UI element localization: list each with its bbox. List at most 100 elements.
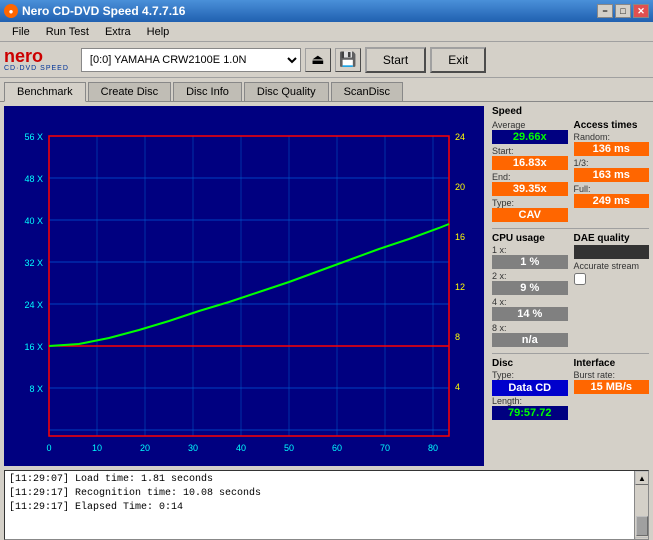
burst-label: Burst rate: [574,370,650,380]
burst-value: 15 MB/s [574,380,650,394]
cpu-x4-label: 4 x: [492,297,568,307]
svg-text:40 X: 40 X [24,216,43,226]
svg-text:56 X: 56 X [24,132,43,142]
menu-run-test[interactable]: Run Test [38,24,97,40]
svg-text:16 X: 16 X [24,342,43,352]
svg-text:12: 12 [455,282,465,292]
svg-text:8: 8 [455,332,460,342]
tab-create-disc[interactable]: Create Disc [88,82,171,101]
access-third-label: 1/3: [574,158,650,168]
menu-extra[interactable]: Extra [97,24,139,40]
toolbar: nero CD·DVD SPEED [0:0] YAMAHA CRW2100E … [0,42,653,78]
disc-length-label: Length: [492,396,568,406]
cpu-x8-value: n/a [492,333,568,347]
app-icon: ● [4,4,18,18]
svg-text:24: 24 [455,132,465,142]
dae-value [574,245,650,259]
interface-title: Interface [574,358,650,369]
disc-type-value: Data CD [492,380,568,396]
svg-text:70: 70 [380,443,390,453]
accurate-stream-checkbox[interactable] [574,273,586,285]
titlebar-buttons: − □ ✕ [597,4,649,18]
main-content: 56 X 48 X 40 X 32 X 24 X 16 X 8 X 24 20 … [0,102,653,470]
log-lines: [11:29:07] Load time: 1.81 seconds [11:2… [5,471,648,539]
tab-disc-info[interactable]: Disc Info [173,82,242,101]
speed-title: Speed [492,106,649,117]
tab-scan-disc[interactable]: ScanDisc [331,82,403,101]
access-full-value: 249 ms [574,194,650,208]
log-scrollbar: ▲ ▼ [634,471,648,539]
menubar: File Run Test Extra Help [0,22,653,42]
svg-text:0: 0 [46,443,51,453]
titlebar: ● Nero CD-DVD Speed 4.7.7.16 − □ ✕ [0,0,653,22]
speed-average-label: Average [492,120,568,130]
svg-text:48 X: 48 X [24,174,43,184]
disc-title: Disc [492,358,568,369]
cpu-x1-value: 1 % [492,255,568,269]
speed-type-value: CAV [492,208,568,222]
svg-text:40: 40 [236,443,246,453]
exit-button[interactable]: Exit [430,47,486,73]
speed-end-label: End: [492,172,568,182]
speed-end-value: 39.35x [492,182,568,196]
minimize-button[interactable]: − [597,4,613,18]
svg-text:20: 20 [140,443,150,453]
svg-text:60: 60 [332,443,342,453]
menu-help[interactable]: Help [139,24,178,40]
logo-nero: nero [4,47,43,65]
scroll-thumb[interactable] [636,516,648,536]
cpu-x1-label: 1 x: [492,245,568,255]
speed-average-value: 29.66x [492,130,568,144]
logo-sub: CD·DVD SPEED [4,65,69,72]
access-third-value: 163 ms [574,168,650,182]
access-times-title: Access times [574,120,650,131]
access-full-label: Full: [574,184,650,194]
chart-svg: 56 X 48 X 40 X 32 X 24 X 16 X 8 X 24 20 … [4,106,484,466]
close-button[interactable]: ✕ [633,4,649,18]
svg-text:10: 10 [92,443,102,453]
cpu-title: CPU usage [492,233,568,244]
svg-text:80: 80 [428,443,438,453]
svg-text:20: 20 [455,182,465,192]
cpu-x4-value: 14 % [492,307,568,321]
app-logo: nero CD·DVD SPEED [4,47,69,72]
disc-type-label: Type: [492,370,568,380]
chart-area: 56 X 48 X 40 X 32 X 24 X 16 X 8 X 24 20 … [4,106,484,466]
save-button[interactable]: 💾 [335,48,361,72]
titlebar-title: Nero CD-DVD Speed 4.7.7.16 [22,4,185,18]
access-random-label: Random: [574,132,650,142]
accurate-stream-row [574,273,650,285]
eject-button[interactable]: ⏏ [305,48,331,72]
cpu-x2-label: 2 x: [492,271,568,281]
svg-text:32 X: 32 X [24,258,43,268]
tabs: Benchmark Create Disc Disc Info Disc Qua… [0,78,653,102]
maximize-button[interactable]: □ [615,4,631,18]
right-panel: Speed Average 29.66x Start: 16.83x End: … [488,102,653,470]
disc-length-value: 79:57.72 [492,406,568,420]
svg-text:16: 16 [455,232,465,242]
cpu-x8-label: 8 x: [492,323,568,333]
tab-benchmark[interactable]: Benchmark [4,82,86,102]
svg-text:8 X: 8 X [29,384,43,394]
titlebar-left: ● Nero CD-DVD Speed 4.7.7.16 [4,4,185,18]
log-line-1: [11:29:17] Recognition time: 10.08 secon… [9,487,644,501]
log-line-2: [11:29:17] Elapsed Time: 0:14 [9,501,644,515]
start-button[interactable]: Start [365,47,426,73]
tab-disc-quality[interactable]: Disc Quality [244,82,329,101]
svg-text:50: 50 [284,443,294,453]
drive-select[interactable]: [0:0] YAMAHA CRW2100E 1.0N [81,48,301,72]
menu-file[interactable]: File [4,24,38,40]
svg-text:4: 4 [455,382,460,392]
accurate-stream-label: Accurate stream [574,261,650,271]
speed-start-value: 16.83x [492,156,568,170]
scroll-up-button[interactable]: ▲ [635,471,649,485]
dae-title: DAE quality [574,233,650,244]
divider-1 [492,228,649,229]
access-random-value: 136 ms [574,142,650,156]
svg-text:24 X: 24 X [24,300,43,310]
cpu-x2-value: 9 % [492,281,568,295]
log-container: [11:29:07] Load time: 1.81 seconds [11:2… [4,470,649,540]
divider-2 [492,353,649,354]
svg-text:30: 30 [188,443,198,453]
log-line-0: [11:29:07] Load time: 1.81 seconds [9,473,644,487]
